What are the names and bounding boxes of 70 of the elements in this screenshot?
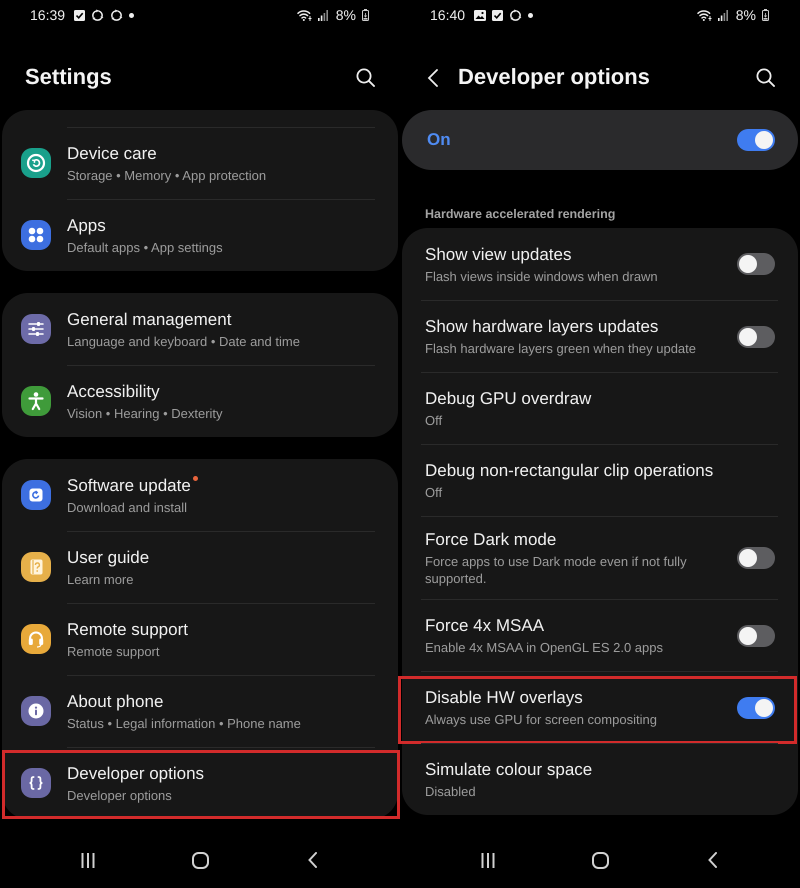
setting-summary: Flash hardware layers green when they update [425, 340, 696, 357]
section-header: Hardware accelerated rendering [425, 207, 616, 222]
setting-summary: Force apps to use Dark mode even if not fully supported. [425, 553, 688, 587]
item-title[interactable]: General management [67, 308, 232, 330]
battery-percent: 8% [336, 7, 356, 23]
cycle-arrows-icon [509, 8, 522, 22]
item-subtitle: Vision • Hearing • Dexterity [67, 405, 223, 422]
back-icon[interactable] [308, 852, 316, 868]
toggle-switch[interactable] [737, 326, 775, 348]
item-subtitle: Learn more [67, 571, 134, 588]
setting-title[interactable]: Simulate colour space [425, 759, 592, 780]
item-subtitle: Language and keyboard • Date and time [67, 332, 300, 350]
dot-icon [129, 12, 134, 18]
toggle-switch[interactable] [737, 547, 775, 569]
battery-icon [762, 9, 769, 21]
image-icon [474, 10, 486, 20]
item-title[interactable]: Remote support [67, 619, 188, 640]
setting-title[interactable]: Debug GPU overdraw [425, 388, 592, 409]
setting-summary: Disabled [425, 783, 476, 800]
status-time: 16:40 [430, 7, 466, 23]
toggle-switch[interactable] [737, 624, 775, 646]
recents-icon[interactable] [481, 852, 495, 868]
screen-title: Developer options [458, 63, 650, 91]
checkbox-icon [492, 10, 504, 20]
item-subtitle: Download and install [67, 498, 187, 516]
setting-title[interactable]: Disable HW overlays [425, 687, 583, 708]
cycle-arrows-icon [110, 8, 124, 22]
item-title[interactable]: Developer options [67, 763, 204, 784]
home-icon[interactable] [592, 852, 608, 868]
battery-icon [362, 9, 369, 21]
search-icon[interactable] [756, 68, 775, 87]
setting-summary: Enable 4x MSAA in OpenGL ES 2.0 apps [425, 639, 663, 656]
back-icon[interactable] [708, 852, 716, 868]
signal-icon [718, 10, 728, 20]
item-subtitle: Remote support [67, 643, 160, 660]
screen-title: Settings [25, 63, 112, 91]
item-subtitle: Default apps • App settings [67, 239, 223, 256]
setting-title[interactable]: Debug non-rectangular clip operations [425, 460, 714, 481]
setting-summary: Always use GPU for screen compositing [425, 711, 657, 728]
battery-percent: 8% [736, 7, 756, 23]
wifi-icon [296, 9, 312, 21]
item-title[interactable]: Apps [67, 215, 106, 236]
item-subtitle: Storage • Memory • App protection [67, 167, 266, 184]
search-icon[interactable] [356, 68, 375, 87]
item-subtitle: Developer options [67, 787, 172, 804]
item-subtitle: Status • Legal information • Phone name [67, 715, 301, 732]
cycle-arrows-icon [91, 8, 104, 22]
setting-title[interactable]: Force Dark mode [425, 529, 556, 550]
switch-label: On [427, 130, 451, 150]
setting-summary: Off [425, 484, 442, 501]
home-icon[interactable] [192, 852, 208, 868]
checkbox-icon [74, 10, 86, 20]
wifi-icon [696, 9, 712, 21]
toggle-switch[interactable] [737, 129, 775, 151]
setting-title[interactable]: Show hardware layers updates [425, 316, 658, 337]
item-title[interactable]: Accessibility [67, 381, 160, 402]
status-time: 16:39 [30, 7, 66, 23]
item-title[interactable]: Software update [67, 474, 191, 496]
signal-icon [318, 10, 328, 20]
setting-title[interactable]: Show view updates [425, 244, 572, 264]
toggle-switch[interactable] [737, 696, 775, 718]
setting-summary: Flash views inside windows when drawn [425, 268, 658, 284]
item-title[interactable]: About phone [67, 691, 164, 712]
item-title[interactable]: Device care [67, 143, 157, 164]
dot-icon [528, 12, 534, 18]
toggle-switch[interactable] [737, 253, 775, 275]
recents-icon[interactable] [81, 852, 95, 868]
item-title[interactable]: User guide [67, 547, 150, 568]
setting-title[interactable]: Force 4x MSAA [425, 615, 544, 636]
setting-summary: Off [425, 412, 442, 429]
